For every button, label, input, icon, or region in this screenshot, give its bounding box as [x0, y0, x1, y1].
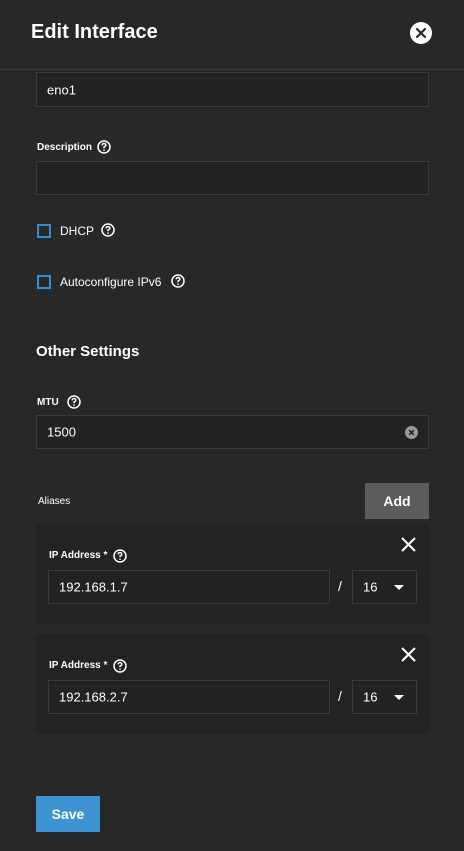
save-button[interactable]: Save — [36, 796, 100, 832]
netmask-select[interactable]: 16 — [352, 680, 417, 714]
close-button[interactable] — [410, 22, 432, 44]
ip-address-label: IP Address * — [49, 660, 108, 671]
description-label: Description — [37, 142, 93, 153]
mtu-label: MTU — [37, 397, 59, 408]
help-icon[interactable] — [171, 274, 185, 288]
dhcp-checkbox[interactable] — [37, 224, 51, 238]
help-icon[interactable] — [97, 140, 111, 154]
clear-icon[interactable] — [405, 426, 418, 439]
dialog-title: Edit Interface — [31, 21, 158, 43]
ip-address-input[interactable]: 192.168.2.7 — [48, 680, 330, 714]
aliases-label: Aliases — [38, 496, 71, 507]
other-settings-title: Other Settings — [36, 343, 140, 360]
remove-alias-icon[interactable] — [401, 647, 416, 662]
name-field[interactable]: eno1 — [36, 72, 429, 107]
help-icon[interactable] — [113, 549, 127, 563]
name-field-value: eno1 — [47, 82, 76, 97]
netmask-separator: / — [338, 688, 342, 704]
netmask-select[interactable]: 16 — [352, 570, 417, 604]
ipv6-checkbox[interactable] — [37, 275, 51, 289]
chevron-down-icon — [394, 695, 404, 700]
alias-card: IP Address * 192.168.2.7 / 16 — [36, 634, 429, 734]
mtu-field[interactable]: 1500 — [36, 415, 429, 449]
add-alias-button[interactable]: Add — [365, 483, 429, 519]
help-icon[interactable] — [67, 395, 81, 409]
ip-address-input[interactable]: 192.168.1.7 — [48, 570, 330, 604]
netmask-separator: / — [338, 578, 342, 594]
help-icon[interactable] — [113, 659, 127, 673]
description-field[interactable] — [36, 161, 429, 195]
ip-address-label: IP Address * — [49, 550, 108, 561]
alias-card: IP Address * 192.168.1.7 / 16 — [36, 524, 429, 624]
mtu-field-value: 1500 — [47, 424, 76, 440]
ipv6-label: Autoconfigure IPv6 — [60, 275, 162, 289]
help-icon[interactable] — [101, 223, 115, 237]
remove-alias-icon[interactable] — [401, 537, 416, 552]
close-icon — [415, 27, 427, 39]
chevron-down-icon — [394, 585, 404, 590]
dhcp-label: DHCP — [60, 224, 95, 238]
dialog-header: Edit Interface — [0, 0, 464, 70]
